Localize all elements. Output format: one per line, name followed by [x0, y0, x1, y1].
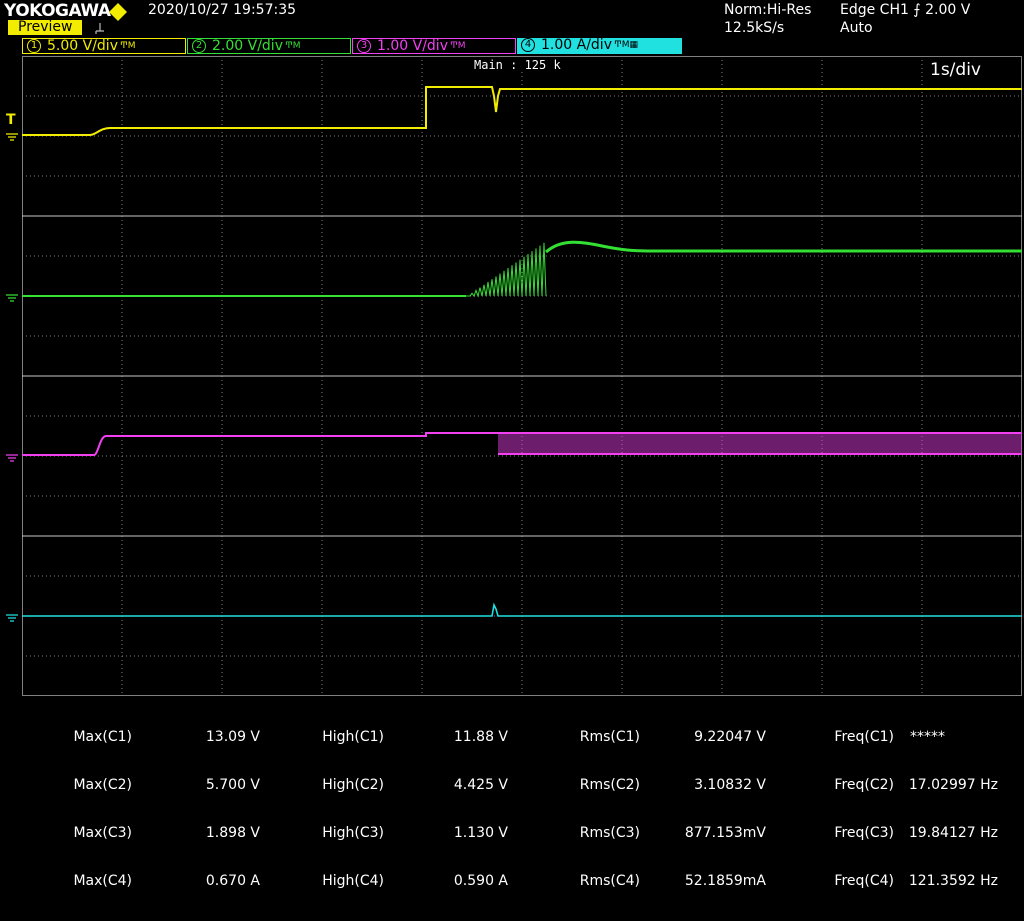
- channel-number: 3: [357, 39, 371, 53]
- measurement-label: Freq(C3): [834, 825, 894, 841]
- pd-icon: [95, 23, 104, 34]
- measurement-row: Rms(C1) 9.22047 V: [576, 729, 766, 745]
- ground-icon: [6, 294, 18, 302]
- sample-rate: 12.5kS/s: [724, 20, 785, 36]
- measurement-value: 17.02997 Hz: [908, 777, 998, 793]
- measurement-row: Max(C3) 1.898 V: [70, 825, 260, 841]
- trigger-mode: Auto: [840, 20, 873, 36]
- channel-2-setting[interactable]: 2 2.00 V/div ͲM: [187, 38, 351, 54]
- measurement-row: Rms(C2) 3.10832 V: [576, 777, 766, 793]
- measurement-row: Freq(C3) 19.84127 Hz: [826, 825, 1014, 841]
- filter-icon: ͲM: [449, 41, 466, 51]
- measurement-row: High(C4) 0.590 A: [318, 873, 508, 889]
- channel-number: 2: [192, 39, 206, 53]
- datetime: 2020/10/27 19:57:35: [148, 2, 297, 18]
- measurement-row: High(C1) 11.88 V: [318, 729, 508, 745]
- acquisition-mode: Norm:Hi-Res: [724, 2, 812, 18]
- measurement-value: 5.700 V: [205, 777, 260, 793]
- measurement-row: Freq(C1) *****: [826, 729, 1014, 745]
- measurement-value: *****: [910, 729, 945, 745]
- measurement-label: Rms(C3): [579, 825, 640, 841]
- filter-icon: ͲM: [119, 41, 136, 51]
- measurement-label: Freq(C2): [834, 777, 894, 793]
- brand-logo: YOKOGAWA: [4, 1, 111, 21]
- measurement-row: Max(C4) 0.670 A: [70, 873, 260, 889]
- measurement-label: Rms(C4): [579, 873, 640, 889]
- channel-3-setting[interactable]: 3 1.00 V/div ͲM: [352, 38, 516, 54]
- oscilloscope-screen: YOKOGAWA Preview 2020/10/27 19:57:35 Nor…: [0, 0, 1024, 889]
- measurement-value: 0.590 A: [453, 873, 508, 889]
- measurement-label: Max(C4): [73, 873, 132, 889]
- measurement-row: Rms(C4) 52.1859mA: [576, 873, 766, 889]
- measurement-group-max: Max(C1) 13.09 V Max(C2) 5.700 V Max(C3) 1.8…: [70, 697, 260, 921]
- channel-number: 4: [521, 38, 535, 52]
- measurement-label: Max(C1): [73, 729, 132, 745]
- filter-icon: ͲM: [284, 41, 301, 51]
- trigger-setting: Edge CH1 ⨍ 2.00 V: [840, 2, 971, 18]
- ground-icon: [6, 614, 18, 622]
- measurement-value: 13.09 V: [205, 729, 260, 745]
- ch4-trace: [22, 602, 1022, 617]
- measurement-label: Rms(C2): [579, 777, 640, 793]
- timebase-label: 1s/div: [930, 60, 981, 80]
- measurement-value: 9.22047 V: [694, 729, 766, 745]
- measurement-group-freq: Freq(C1) ***** Freq(C2) 17.02997 Hz Freq(C…: [826, 697, 1014, 921]
- measurement-row: Max(C2) 5.700 V: [70, 777, 260, 793]
- measurement-label: High(C2): [322, 777, 384, 793]
- ch2-burst: [466, 242, 547, 298]
- measurement-value: 1.130 V: [453, 825, 508, 841]
- channel-scale: 1.00 V/div: [377, 38, 448, 54]
- measurement-value: 877.153mV: [684, 825, 766, 841]
- channel-4-setting[interactable]: 4 1.00 A/div ͲM▦: [517, 38, 682, 54]
- graticule-grid: [22, 56, 1022, 696]
- ch3-switching-band: [498, 434, 1022, 454]
- zoom-label: Main : 125 k: [470, 58, 565, 72]
- measurement-value: 4.425 V: [453, 777, 508, 793]
- measurement-value: 121.3592 Hz: [908, 873, 998, 889]
- measurement-row: High(C3) 1.130 V: [318, 825, 508, 841]
- measurement-row: Freq(C2) 17.02997 Hz: [826, 777, 1014, 793]
- measurement-value: 19.84127 Hz: [908, 825, 998, 841]
- filter-icon: ͲM▦: [613, 40, 639, 50]
- measurement-value: 1.898 V: [205, 825, 260, 841]
- ground-icon: [6, 133, 18, 141]
- channel-scale: 5.00 V/div: [47, 38, 118, 54]
- measurement-value: 11.88 V: [453, 729, 508, 745]
- channel-scale: 1.00 A/div: [541, 38, 612, 53]
- ground-icon: [6, 454, 18, 462]
- measurement-label: High(C4): [322, 873, 384, 889]
- measurement-label: Max(C3): [73, 825, 132, 841]
- measurement-group-high: High(C1) 11.88 V High(C2) 4.425 V High(C3)…: [318, 697, 508, 921]
- measurement-row: High(C2) 4.425 V: [318, 777, 508, 793]
- measurement-value: 0.670 A: [205, 873, 260, 889]
- channel-scale: 2.00 V/div: [212, 38, 283, 54]
- measurement-label: High(C1): [322, 729, 384, 745]
- measurement-value: 3.10832 V: [694, 777, 766, 793]
- waveform-display[interactable]: [22, 56, 1022, 696]
- measurement-label: Rms(C1): [579, 729, 640, 745]
- measurement-group-rms: Rms(C1) 9.22047 V Rms(C2) 3.10832 V Rms(C3…: [576, 697, 766, 921]
- measurement-label: Freq(C4): [834, 873, 894, 889]
- ch1-trace: [22, 86, 1022, 136]
- measurement-label: Max(C2): [73, 777, 132, 793]
- channel-number: 1: [27, 39, 41, 53]
- measurement-row: Freq(C4) 121.3592 Hz: [826, 873, 1014, 889]
- measurement-row: Rms(C3) 877.153mV: [576, 825, 766, 841]
- measurement-label: High(C3): [322, 825, 384, 841]
- preview-badge: Preview: [8, 20, 82, 35]
- channel-1-setting[interactable]: 1 5.00 V/div ͲM: [22, 38, 186, 54]
- measurement-row: Max(C1) 13.09 V: [70, 729, 260, 745]
- ch2-settled: [545, 240, 1022, 254]
- trigger-level-marker: T: [6, 112, 16, 128]
- measurement-label: Freq(C1): [834, 729, 894, 745]
- measurement-value: 52.1859mA: [684, 873, 766, 889]
- yellow-diamond-icon: [109, 3, 127, 21]
